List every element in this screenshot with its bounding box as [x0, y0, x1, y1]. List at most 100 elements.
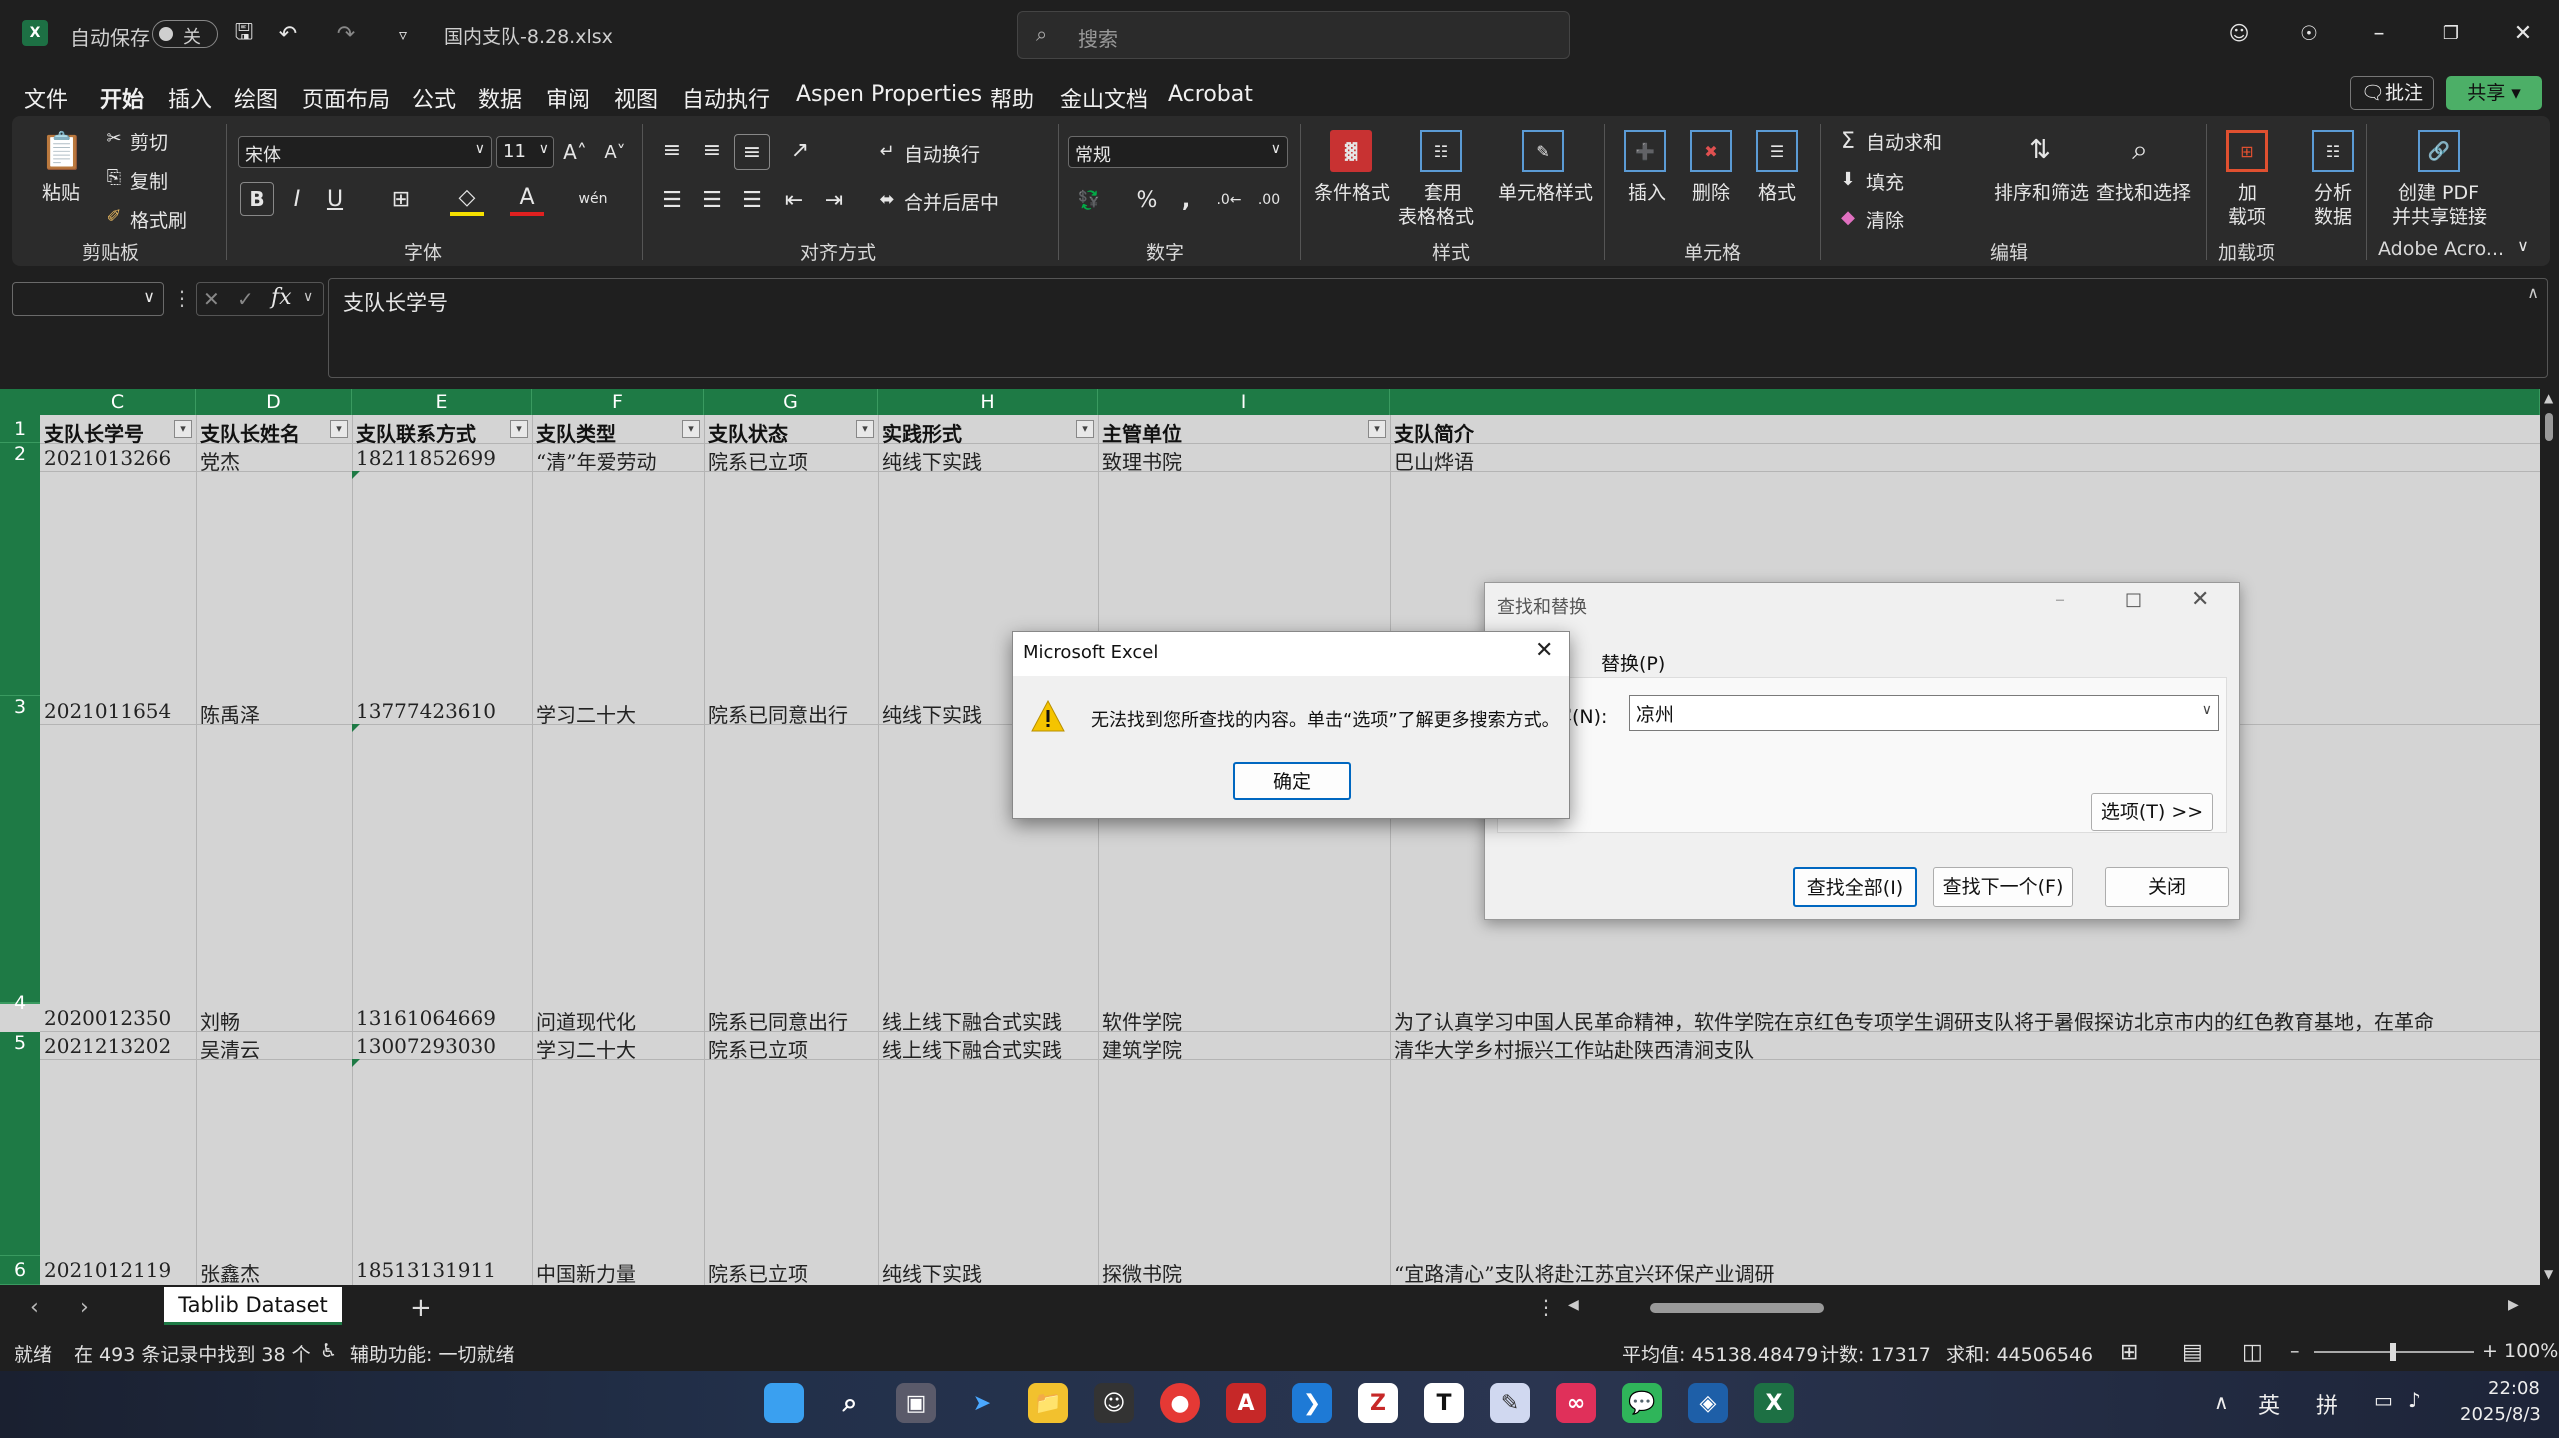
cell-j2[interactable]: 巴山烨语 [1394, 446, 1474, 475]
header-cell-h[interactable]: 实践形式 [882, 418, 962, 447]
vscode-icon[interactable]: ❯ [1292, 1383, 1332, 1423]
row-header-6[interactable]: 6 [0, 1256, 40, 1285]
sheet-options-icon[interactable]: ⋮ [1536, 1295, 1556, 1319]
autosum-button[interactable]: 自动求和 [1866, 128, 1942, 155]
autosave-toggle[interactable]: 关 [152, 20, 218, 48]
find-select-icon[interactable]: ⌕ [2118, 128, 2162, 172]
collapse-ribbon-icon[interactable]: ∨ [2510, 232, 2536, 258]
cell-h3[interactable]: 纯线下实践 [882, 699, 982, 728]
decrease-indent-icon[interactable]: ⇤ [778, 184, 810, 216]
comment-button[interactable]: 🗨批注 [2350, 76, 2434, 110]
cell-f6[interactable]: 中国新力量 [536, 1258, 636, 1285]
close-icon[interactable]: ✕ [2506, 16, 2540, 50]
redo-icon[interactable]: ↷ [330, 18, 362, 50]
find-dialog-close-icon[interactable]: ✕ [2191, 587, 2209, 612]
row-header-5[interactable]: 5 [0, 1032, 40, 1256]
align-top-icon[interactable]: ≡ [656, 134, 688, 166]
format-cells-button[interactable]: 格式 [1758, 178, 1796, 205]
menu-help[interactable]: 帮助 [990, 82, 1034, 114]
cell-g5[interactable]: 院系已立项 [708, 1034, 808, 1063]
zoom-slider[interactable] [2314, 1343, 2474, 1361]
cell-i6[interactable]: 探微书院 [1102, 1258, 1182, 1285]
next-sheet-icon[interactable]: › [80, 1295, 89, 1320]
zoom-level[interactable]: 100% [2504, 1340, 2558, 1362]
cell-c5[interactable]: 2021213202 [44, 1034, 171, 1058]
copy-button[interactable]: 复制 [130, 167, 168, 194]
sheet-tab-active[interactable]: Tablib Dataset [164, 1287, 342, 1325]
cell-f4[interactable]: 问道现代化 [536, 1006, 636, 1035]
addins-label-1[interactable]: 加 [2238, 178, 2257, 205]
align-bottom-icon[interactable]: ≡ [734, 134, 770, 170]
cell-j5[interactable]: 清华大学乡村振兴工作站赴陕西清涧支队 [1394, 1034, 1754, 1063]
menu-view[interactable]: 视图 [614, 82, 658, 114]
font-name-select[interactable]: 宋体 ∨ [238, 136, 492, 168]
menu-draw[interactable]: 绘图 [234, 82, 278, 114]
header-cell-c[interactable]: 支队长学号 [44, 418, 144, 447]
cell-j4[interactable]: 为了认真学习中国人民革命精神，软件学院在京红色专项学生调研支队将于暑假探访北京市… [1394, 1006, 2534, 1035]
row-header-4[interactable]: 4 [0, 994, 40, 1013]
column-header-j[interactable] [1390, 389, 2540, 415]
cell-g6[interactable]: 院系已立项 [708, 1258, 808, 1285]
cell-e6[interactable]: 18513131911 [356, 1258, 496, 1282]
cell-h2[interactable]: 纯线下实践 [882, 446, 982, 475]
wrap-text-button[interactable]: 自动换行 [904, 140, 980, 167]
cell-h5[interactable]: 线上线下融合式实践 [882, 1034, 1062, 1063]
add-sheet-icon[interactable]: + [410, 1293, 432, 1323]
collapse-formula-icon[interactable]: ∧ [2527, 283, 2539, 302]
cell-h4[interactable]: 线上线下融合式实践 [882, 1006, 1062, 1035]
cell-i4[interactable]: 软件学院 [1102, 1006, 1182, 1035]
cell-style-icon[interactable]: ✎ [1522, 130, 1564, 172]
orientation-icon[interactable]: ↗ [780, 134, 820, 166]
phonetic-icon[interactable]: wén [576, 182, 610, 216]
delete-cells-button[interactable]: 删除 [1692, 178, 1730, 205]
font-color-icon[interactable]: A [510, 182, 544, 216]
analyze-label-2[interactable]: 数据 [2314, 202, 2352, 229]
zoom-in-icon[interactable]: + [2482, 1340, 2498, 1362]
insert-cells-button[interactable]: 插入 [1628, 178, 1666, 205]
select-all-corner[interactable] [0, 389, 40, 415]
notes-app-icon[interactable]: ✎ [1490, 1383, 1530, 1423]
menu-page-layout[interactable]: 页面布局 [302, 82, 390, 114]
excel-taskbar-icon[interactable]: X [1754, 1383, 1794, 1423]
app-arrow-icon[interactable]: ➤ [962, 1383, 1002, 1423]
undo-icon[interactable]: ↶ [272, 18, 304, 50]
percent-icon[interactable]: % [1130, 184, 1164, 216]
cell-i5[interactable]: 建筑学院 [1102, 1034, 1182, 1063]
cell-f5[interactable]: 学习二十大 [536, 1034, 636, 1063]
column-header-h[interactable]: H [878, 389, 1098, 415]
prev-sheet-icon[interactable]: ‹ [30, 1295, 39, 1320]
restore-icon[interactable]: ❐ [2434, 16, 2468, 50]
enter-icon[interactable]: ✓ [237, 287, 254, 311]
find-dialog-maximize-icon[interactable]: □ [2125, 589, 2142, 610]
analyze-data-icon[interactable]: ☷ [2312, 130, 2354, 172]
menu-acrobat[interactable]: Acrobat [1168, 82, 1253, 107]
horizontal-scrollbar[interactable]: ◀ ▶ [1566, 1297, 2526, 1319]
increase-font-icon[interactable]: A˄ [560, 136, 590, 168]
cell-style-button[interactable]: 单元格样式 [1498, 178, 1593, 205]
column-header-e[interactable]: E [352, 389, 532, 415]
filter-button-e[interactable]: ▾ [510, 420, 528, 438]
find-all-button[interactable]: 查找全部(I) [1793, 867, 1917, 907]
row-header-2[interactable]: 2 [0, 443, 40, 696]
cell-d4[interactable]: 刘畅 [200, 1006, 240, 1035]
message-dialog-close-icon[interactable]: ✕ [1535, 638, 1553, 663]
filter-button-g[interactable]: ▾ [856, 420, 874, 438]
format-painter-button[interactable]: 格式刷 [130, 206, 187, 233]
table-format-icon[interactable]: ☷ [1420, 130, 1462, 172]
cell-i2[interactable]: 致理书院 [1102, 446, 1182, 475]
zotero-icon[interactable]: Z [1358, 1383, 1398, 1423]
page-layout-view-icon[interactable]: ▤ [2182, 1340, 2203, 1365]
acrobat-icon[interactable]: A [1226, 1383, 1266, 1423]
account-icon[interactable]: ☺ [2222, 16, 2256, 50]
header-cell-g[interactable]: 支队状态 [708, 418, 788, 447]
sort-filter-icon[interactable]: ⇅ [2018, 128, 2062, 172]
find-next-button[interactable]: 查找下一个(F) [1933, 867, 2073, 907]
analyze-label-1[interactable]: 分析 [2314, 178, 2352, 205]
fill-button[interactable]: 填充 [1866, 168, 1904, 195]
menu-aspen[interactable]: Aspen Properties [796, 82, 982, 107]
cell-f3[interactable]: 学习二十大 [536, 699, 636, 728]
cell-j6[interactable]: “宜路清心”支队将赴江苏宜兴环保产业调研 [1394, 1258, 1774, 1285]
close-button[interactable]: 关闭 [2105, 867, 2229, 907]
clock-date[interactable]: 2025/8/3 [2460, 1404, 2541, 1425]
insert-cells-icon[interactable]: ➕ [1624, 130, 1666, 172]
